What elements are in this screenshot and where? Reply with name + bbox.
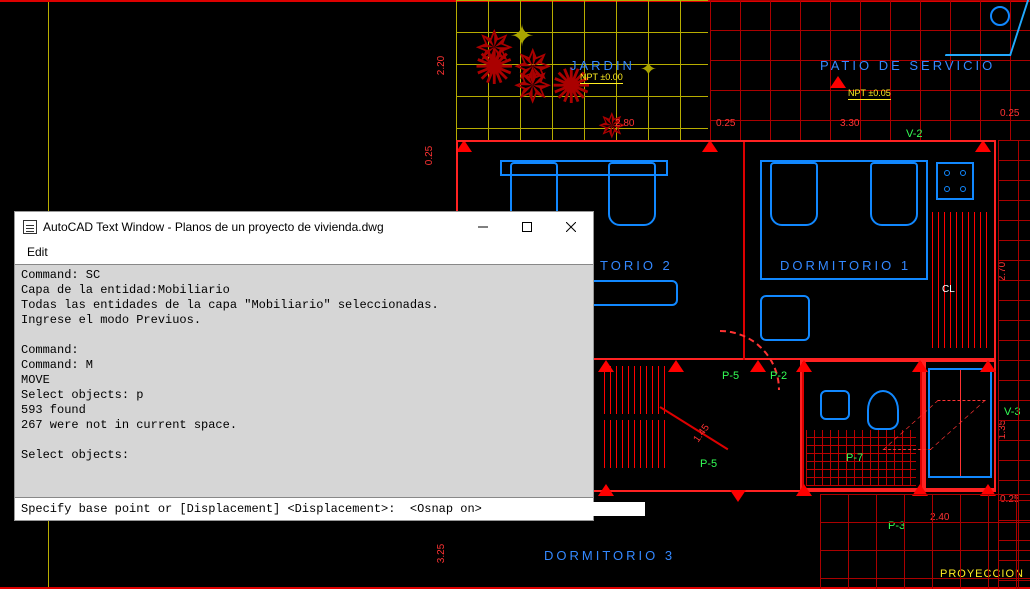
cad-room-label: JARDIN [570,58,635,73]
cad-plant-icon: ✦ [510,10,534,59]
minimize-button[interactable] [461,213,505,241]
cad-dim-label: 2.80 [615,118,634,129]
cad-marker-icon [730,490,746,502]
cad-dim-label: 0.25 [716,118,735,129]
cad-marker-icon [598,360,614,372]
window-buttons [461,213,593,241]
cad-level-label: NPT ±0.00 [580,72,623,84]
cad-furn-icon [760,295,810,341]
cad-room-label: PATIO DE SERVICIO [820,58,995,73]
cad-door-label: P-5 [700,458,717,470]
cad-furn-icon [820,390,850,420]
close-button[interactable] [549,213,593,241]
cad-wall [743,142,745,360]
cad-door-label: P-2 [770,370,787,382]
cad-plant-icon: ✦ [640,50,657,85]
cad-stairs [604,366,668,414]
cad-dim-label: 0.25 [1000,108,1019,119]
cad-stairs [932,212,988,348]
cad-stairs [604,420,668,468]
cad-dim-label: 3.30 [840,118,859,129]
cad-dim-label: 2.20 [436,56,447,75]
cad-door-label: P-7 [846,452,863,464]
command-prompt-label: Specify base point or [Displacement] <Di… [21,502,489,516]
cad-marker-icon [796,360,812,372]
command-input[interactable] [491,502,645,516]
cad-room-label: DORMITORIO 3 [544,548,675,563]
cad-marker-icon [668,360,684,372]
cad-door-label: V-2 [906,128,923,140]
cad-dim-label: 0.25 [424,146,435,165]
cad-closet [928,368,992,478]
cad-level-label: NPT ±0.05 [848,88,891,100]
cad-decor [990,6,1010,26]
cad-furn-icon [867,390,899,430]
cad-marker-icon [796,484,812,496]
menu-edit[interactable]: Edit [23,244,52,260]
cad-marker-icon [980,360,996,372]
cad-cl-label: CL [942,284,955,295]
app-icon [23,220,37,234]
cad-dim-label: 3.25 [436,544,447,563]
cad-furn-icon [588,280,678,306]
titlebar[interactable]: AutoCAD Text Window - Planos de un proye… [15,212,593,242]
cad-room-label: DORMITORIO 1 [780,258,911,273]
menubar: Edit [15,242,593,264]
command-prompt-row[interactable]: Specify base point or [Displacement] <Di… [15,498,593,520]
cad-marker-icon [830,76,846,88]
cad-marker-icon [598,484,614,496]
cad-lower-grid [820,494,1030,589]
maximize-button[interactable] [505,213,549,241]
cad-marker-icon [750,360,766,372]
cad-dim-label: 1.45 [692,422,712,444]
cad-marker-icon [912,360,928,372]
cad-furn-icon [936,162,974,200]
window-title: AutoCAD Text Window - Planos de un proye… [43,220,455,234]
cad-door-label: P-5 [722,370,739,382]
cad-furn-icon [500,160,668,176]
console-history[interactable]: Command: SC Capa de la entidad:Mobiliari… [15,264,593,498]
autocad-text-window[interactable]: AutoCAD Text Window - Planos de un proye… [14,211,594,521]
cad-door-leaf [659,406,728,450]
cad-room-label: TORIO 2 [600,258,673,273]
